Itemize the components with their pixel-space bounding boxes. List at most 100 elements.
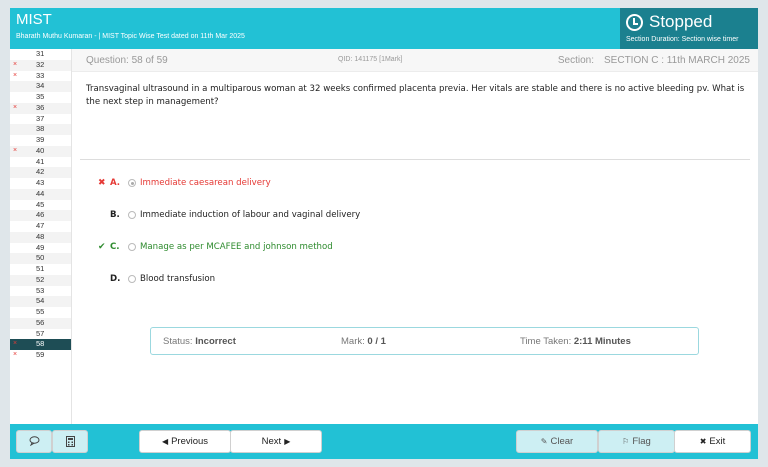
option-radio[interactable] <box>128 179 136 187</box>
result-status-value: Incorrect <box>195 336 236 347</box>
question-palette-item[interactable]: 42 <box>10 167 71 178</box>
question-palette-item[interactable]: 53 <box>10 286 71 297</box>
section-label: Section: <box>557 55 595 66</box>
option-text: Blood transfusion <box>140 274 216 284</box>
previous-button[interactable]: ◀ Previous <box>139 430 231 453</box>
option-radio[interactable] <box>128 211 136 219</box>
option-radio[interactable] <box>128 243 136 251</box>
caret-right-icon: ▶ <box>284 437 291 446</box>
question-palette-number: 36 <box>36 102 45 112</box>
question-palette-number: 44 <box>36 188 45 198</box>
option-c[interactable]: ✔ C. Manage as per MCAFEE and johnson meth… <box>72 240 752 254</box>
question-palette-item[interactable]: 48 <box>10 231 71 243</box>
clear-button[interactable]: ✎ Clear <box>516 430 598 453</box>
clear-label: Clear <box>550 436 574 447</box>
comment-button[interactable] <box>16 430 52 453</box>
question-palette-number: 43 <box>36 178 45 187</box>
calculator-button[interactable] <box>52 430 88 453</box>
app-title: MIST <box>16 11 52 28</box>
question-id: QID: 141175 [1Mark] <box>338 56 403 63</box>
question-palette-item[interactable]: × 36 <box>10 102 71 114</box>
question-palette-item[interactable]: × 58 <box>10 339 71 350</box>
question-palette-number: 33 <box>36 70 45 80</box>
result-status-label: Status: <box>163 336 193 347</box>
option-letter: A. <box>110 178 121 188</box>
result-status: Status: Incorrect <box>163 336 236 347</box>
exit-button[interactable]: ✖ Exit <box>674 430 751 453</box>
question-palette-item[interactable]: × 33 <box>10 71 71 82</box>
question-palette-item[interactable]: 45 <box>10 200 71 211</box>
question-palette-number: 45 <box>36 199 45 209</box>
option-letter: C. <box>110 242 120 252</box>
question-palette-number: 47 <box>36 221 45 230</box>
question-palette-number: 59 <box>36 350 45 359</box>
next-button[interactable]: Next ▶ <box>230 430 322 453</box>
question-palette-number: 48 <box>36 231 45 241</box>
question-palette-number: 34 <box>36 81 45 91</box>
question-palette-number: 31 <box>36 49 45 58</box>
result-mark: Mark: 0 / 1 <box>341 336 386 347</box>
question-palette-item[interactable]: 35 <box>10 92 71 103</box>
wrong-mark-icon: × <box>13 340 18 348</box>
question-palette-item[interactable]: 31 <box>10 49 71 60</box>
question-palette-number: 32 <box>36 59 45 69</box>
question-palette-number: 54 <box>36 296 45 306</box>
result-time-label: Time Taken: <box>520 336 572 347</box>
question-palette-item[interactable]: × 59 <box>10 350 71 361</box>
wrong-mark-icon: × <box>13 103 18 111</box>
question-palette-item[interactable]: 44 <box>10 188 71 200</box>
question-palette-item[interactable]: 39 <box>10 135 71 146</box>
question-palette-item[interactable]: 43 <box>10 178 71 189</box>
option-letter: D. <box>110 274 121 284</box>
close-icon: ✖ <box>699 437 707 446</box>
question-palette-number: 53 <box>36 285 45 295</box>
flag-button[interactable]: ⚐ Flag <box>598 430 675 453</box>
question-palette-item[interactable]: 50 <box>10 253 71 264</box>
question-panel: Question: 58 of 59 QID: 141175 [1Mark] S… <box>72 49 758 424</box>
question-palette-item[interactable]: 34 <box>10 81 71 92</box>
question-palette-item[interactable]: 54 <box>10 296 71 307</box>
wrong-mark-icon: × <box>13 71 18 79</box>
next-label: Next <box>261 436 282 447</box>
question-palette-item[interactable]: × 32 <box>10 59 71 71</box>
wrong-mark-icon: × <box>13 146 18 154</box>
clock-icon <box>626 14 643 31</box>
question-palette-item[interactable]: 46 <box>10 210 71 221</box>
question-palette-item[interactable]: × 40 <box>10 145 71 157</box>
header-bar: MIST Bharath Muthu Kumaran - | MIST Topi… <box>10 8 758 49</box>
question-palette-number: 41 <box>36 156 45 166</box>
flag-icon: ⚐ <box>622 437 630 446</box>
question-palette-item[interactable]: 56 <box>10 317 71 329</box>
question-palette-item[interactable]: 38 <box>10 124 71 135</box>
result-summary: Status: Incorrect Mark: 0 / 1 Time Taken… <box>150 327 699 355</box>
result-mark-value: 0 / 1 <box>367 336 386 347</box>
question-palette-item[interactable]: 37 <box>10 114 71 125</box>
app-window: MIST Bharath Muthu Kumaran - | MIST Topi… <box>10 8 758 459</box>
option-radio[interactable] <box>128 275 136 283</box>
question-text: Transvaginal ultrasound in a multiparous… <box>86 84 745 107</box>
option-b[interactable]: B. Immediate induction of labour and vagi… <box>72 208 752 222</box>
cross-icon: ✖ <box>98 178 106 188</box>
question-palette-number: 52 <box>36 274 45 284</box>
question-palette-item[interactable]: 51 <box>10 264 71 275</box>
option-text: Immediate induction of labour and vagina… <box>140 210 361 220</box>
question-palette-item[interactable]: 49 <box>10 243 71 254</box>
flag-label: Flag <box>632 436 651 447</box>
question-palette-item[interactable]: 52 <box>10 274 71 286</box>
question-palette-number: 42 <box>36 167 45 177</box>
question-palette-item[interactable]: 47 <box>10 221 71 232</box>
caret-left-icon: ◀ <box>161 437 169 446</box>
question-palette-item[interactable]: 57 <box>10 329 71 340</box>
option-d[interactable]: D. Blood transfusion <box>72 272 752 286</box>
section-info: Section: SECTION C : 11th MARCH 2025 <box>548 55 750 66</box>
question-number: Question: 58 of 59 <box>86 55 168 66</box>
option-a[interactable]: ✖ A. Immediate caesarean delivery <box>72 176 752 190</box>
footer-bar: ◀ Previous Next ▶ ✎ Clear ⚐ Flag ✖ Exit <box>10 424 758 459</box>
question-palette-number: 35 <box>36 92 45 101</box>
question-palette-item[interactable]: 55 <box>10 307 71 318</box>
check-icon: ✔ <box>98 242 106 252</box>
result-time: Time Taken: 2:11 Minutes <box>520 336 631 347</box>
question-palette-item[interactable]: 41 <box>10 157 71 168</box>
question-palette-number: 46 <box>36 210 45 220</box>
question-info-bar: Question: 58 of 59 QID: 141175 [1Mark] S… <box>72 49 758 72</box>
